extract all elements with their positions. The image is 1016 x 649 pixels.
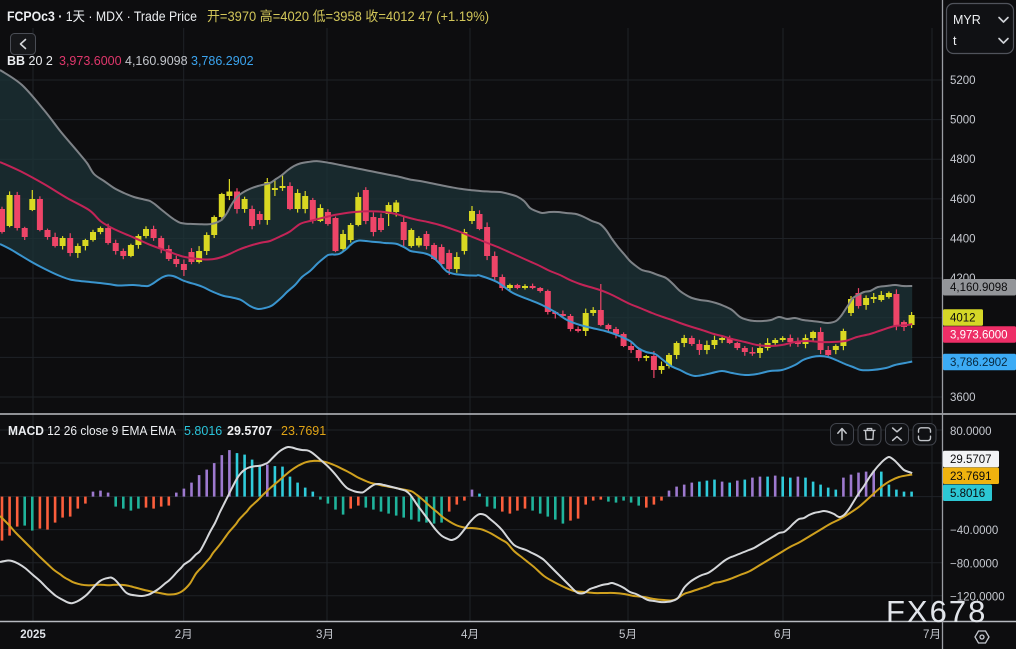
svg-text:4,160.9098: 4,160.9098 — [950, 282, 1008, 294]
svg-text:5.8016: 5.8016 — [950, 488, 985, 500]
svg-text:6月: 6月 — [774, 629, 792, 641]
svg-text:5200: 5200 — [950, 75, 976, 87]
svg-text:5000: 5000 — [950, 115, 976, 127]
svg-text:−80.0000: −80.0000 — [950, 559, 998, 571]
svg-text:3600: 3600 — [950, 392, 976, 404]
svg-text:MACD 12 26 close 9 EMA EMA: MACD 12 26 close 9 EMA EMA — [8, 424, 177, 438]
svg-text:4月: 4月 — [461, 629, 479, 641]
svg-text:FCPOc3 · 1天 · MDX · Trade Pric: FCPOc3 · 1天 · MDX · Trade Price — [7, 9, 197, 24]
svg-text:2月: 2月 — [175, 629, 193, 641]
svg-text:4800: 4800 — [950, 154, 976, 166]
svg-text:29.5707: 29.5707 — [950, 454, 992, 466]
svg-text:3,786.2902: 3,786.2902 — [950, 357, 1008, 369]
svg-text:3,973.6000: 3,973.6000 — [950, 329, 1008, 341]
svg-text:3,973.6000: 3,973.6000 — [59, 54, 122, 68]
svg-text:23.7691: 23.7691 — [950, 471, 992, 483]
svg-text:4600: 4600 — [950, 194, 976, 206]
svg-text:80.0000: 80.0000 — [950, 426, 992, 438]
svg-text:2025: 2025 — [20, 629, 46, 641]
svg-text:−40.0000: −40.0000 — [950, 525, 998, 537]
svg-text:23.7691: 23.7691 — [281, 424, 326, 438]
svg-text:5月: 5月 — [619, 629, 637, 641]
svg-text:MYR: MYR — [953, 13, 981, 27]
svg-text:5.8016: 5.8016 — [184, 424, 222, 438]
svg-text:3,786.2902: 3,786.2902 — [191, 54, 254, 68]
svg-text:BB 20 2: BB 20 2 — [7, 54, 53, 68]
svg-text:29.5707: 29.5707 — [227, 424, 272, 438]
svg-text:t: t — [953, 34, 957, 48]
svg-text:4012: 4012 — [950, 313, 976, 325]
svg-text:3月: 3月 — [316, 629, 334, 641]
svg-text:FX678: FX678 — [886, 594, 987, 629]
svg-text:4,160.9098: 4,160.9098 — [125, 54, 188, 68]
svg-text:开=3970 高=4020 低=3958 收=4012 47: 开=3970 高=4020 低=3958 收=4012 47 (+1.19%) — [207, 8, 489, 24]
svg-text:7月: 7月 — [923, 629, 941, 641]
svg-text:4400: 4400 — [950, 234, 976, 246]
